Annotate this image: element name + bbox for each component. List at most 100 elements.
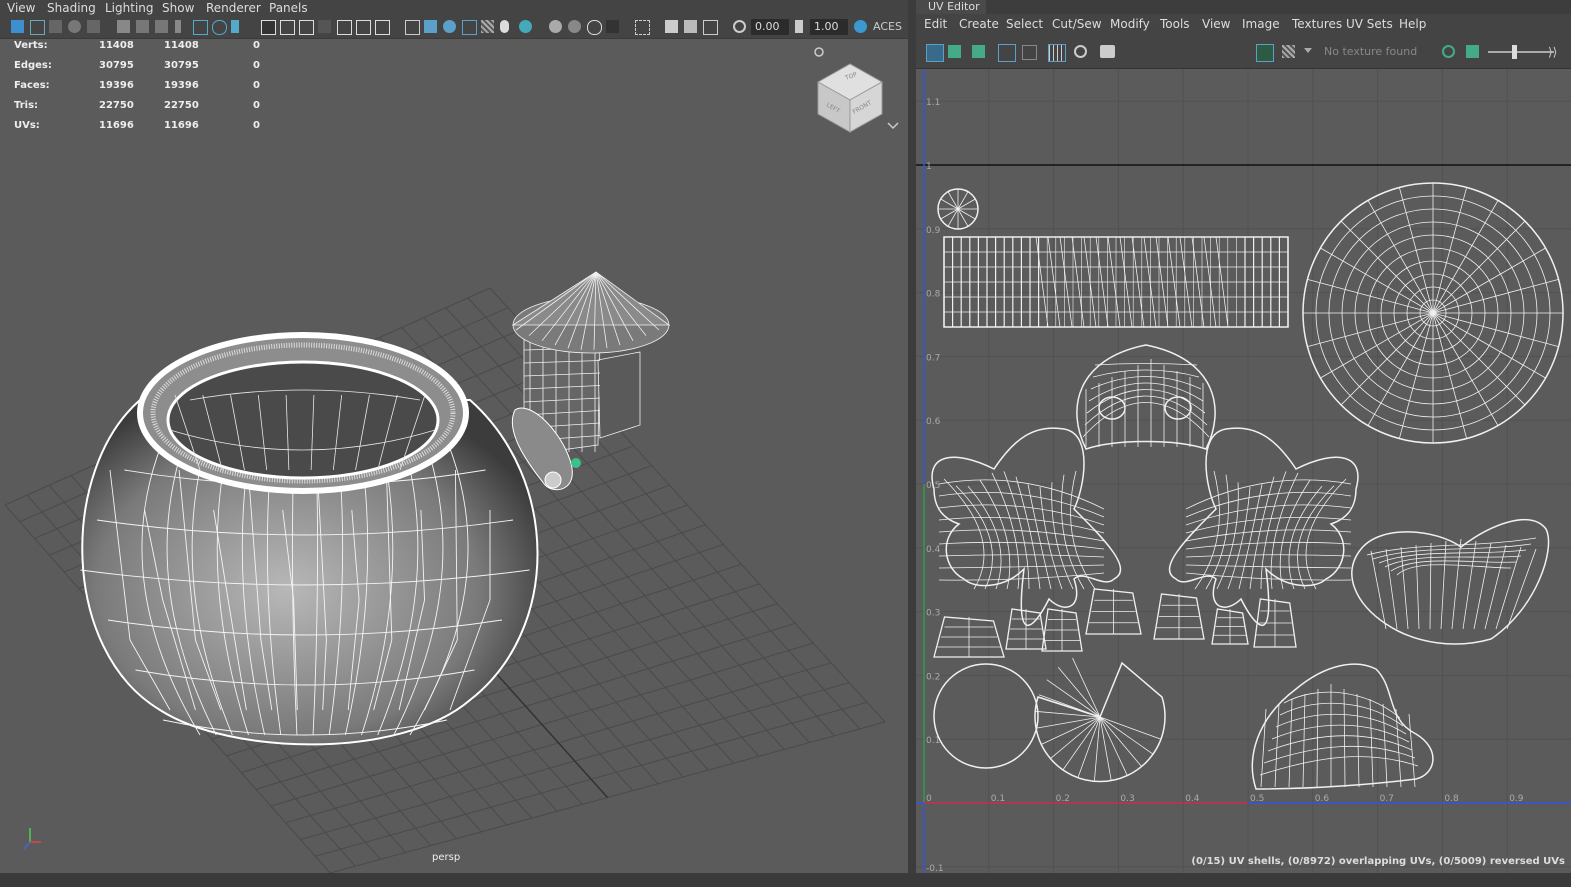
menu-shading[interactable]: Shading bbox=[47, 0, 96, 16]
heart-wire bbox=[1390, 560, 1517, 572]
hud-value: 11408 bbox=[164, 40, 199, 51]
xray-joints-icon[interactable] bbox=[684, 20, 697, 33]
ambient-occlusion-icon[interactable] bbox=[549, 20, 562, 33]
bookmark-icon[interactable] bbox=[155, 20, 168, 33]
panel-divider[interactable] bbox=[908, 0, 916, 887]
uv-sew-icon[interactable] bbox=[972, 45, 985, 58]
uv-menu-cut-sew[interactable]: Cut/Sew bbox=[1052, 17, 1102, 31]
uv-shell-circle bbox=[933, 663, 1039, 769]
soft-select-icon[interactable] bbox=[68, 20, 81, 33]
camera-attributes-icon[interactable] bbox=[136, 20, 149, 33]
uv-distortion-icon[interactable] bbox=[1022, 45, 1037, 60]
dropdown-arrow-icon[interactable] bbox=[1304, 48, 1312, 53]
wireframe-icon[interactable] bbox=[405, 20, 420, 35]
uv-shell-select-icon[interactable] bbox=[926, 44, 944, 62]
menu-show[interactable]: Show bbox=[162, 0, 194, 16]
uv-menu-image[interactable]: Image bbox=[1242, 17, 1280, 31]
uv-status-readout: (0/15) UV shells, (0/8972) overlapping U… bbox=[1191, 856, 1565, 867]
uv-channels-icon[interactable] bbox=[1466, 45, 1479, 58]
2d-pan-zoom-icon[interactable] bbox=[193, 20, 208, 35]
uv-grid-icon[interactable] bbox=[1048, 44, 1066, 62]
select-mode-icon[interactable] bbox=[11, 20, 24, 33]
shadows-icon[interactable] bbox=[519, 20, 532, 33]
heart-wire bbox=[1396, 564, 1512, 576]
view-transform-label[interactable]: ACES bbox=[873, 20, 902, 33]
uv-pixel-snap-icon[interactable] bbox=[1074, 45, 1087, 58]
camera-icon[interactable] bbox=[117, 20, 130, 33]
uv-menu-tools[interactable]: Tools bbox=[1160, 17, 1190, 31]
uv-menu-modify[interactable]: Modify bbox=[1110, 17, 1150, 31]
uv-menu-textures[interactable]: Textures bbox=[1292, 17, 1342, 31]
lasso-icon[interactable] bbox=[30, 20, 45, 35]
gamma-icon[interactable] bbox=[795, 20, 803, 33]
depth-of-field-icon[interactable] bbox=[606, 20, 619, 33]
uv-editor-titlebar: UV Editor bbox=[916, 0, 1571, 14]
uv-checker-icon[interactable] bbox=[1282, 45, 1295, 58]
wireframe-on-shaded-icon[interactable] bbox=[462, 20, 477, 35]
creature-wire bbox=[1039, 486, 1063, 590]
xray-icon[interactable] bbox=[665, 20, 678, 33]
uv-menu-edit[interactable]: Edit bbox=[924, 17, 947, 31]
menu-renderer[interactable]: Renderer bbox=[206, 0, 261, 16]
uv-axis-x-label: 0.5 bbox=[1250, 794, 1264, 804]
grease-pencil-icon[interactable] bbox=[212, 20, 227, 35]
perspective-viewport[interactable]: View Shading Lighting Show Renderer Pane… bbox=[0, 0, 908, 873]
hud-value: 0 bbox=[253, 100, 260, 111]
hud-value: 22750 bbox=[164, 100, 199, 111]
uv-canvas[interactable]: 0 0.1 0.2 0.3 0.4 0.5 0.6 0.7 0.8 0.9 1.1 1 0.9 0.8 0.… bbox=[916, 69, 1571, 873]
color-management-icon[interactable] bbox=[854, 20, 867, 33]
exposure-field[interactable]: 0.00 bbox=[751, 19, 789, 35]
shell-spoke bbox=[1432, 278, 1559, 314]
viewport-scene[interactable] bbox=[0, 0, 908, 873]
film-gate-icon[interactable] bbox=[280, 20, 295, 35]
uv-brightness-slider-handle[interactable] bbox=[1512, 45, 1517, 59]
isolate-select-icon[interactable] bbox=[635, 20, 650, 35]
creature-wire bbox=[1185, 529, 1352, 542]
hud-label: Edges: bbox=[14, 60, 52, 71]
shell-spoke bbox=[1432, 312, 1546, 379]
anti-aliasing-icon[interactable] bbox=[587, 20, 602, 35]
field-chart-icon[interactable] bbox=[337, 20, 352, 35]
texture-dropdown[interactable]: No texture found bbox=[1324, 45, 1417, 58]
uv-color-management-icon[interactable] bbox=[1442, 45, 1455, 58]
xray-active-icon[interactable] bbox=[703, 20, 718, 35]
menu-lighting[interactable]: Lighting bbox=[105, 0, 154, 16]
uv-shaded-icon[interactable] bbox=[998, 44, 1016, 62]
expand-toolbar-icon[interactable]: ⟩⟩ bbox=[1548, 45, 1557, 59]
safe-title-icon[interactable] bbox=[375, 20, 390, 35]
paint-select-icon[interactable] bbox=[49, 20, 62, 33]
uv-cut-icon[interactable] bbox=[948, 45, 961, 58]
pencil-icon[interactable] bbox=[231, 20, 239, 33]
creature-wire bbox=[938, 564, 1105, 569]
viewport-menu-bar: View Shading Lighting Show Renderer Pane… bbox=[0, 0, 908, 16]
bottom-bar bbox=[0, 873, 1571, 887]
uv-snapshot-icon[interactable] bbox=[1100, 45, 1115, 58]
smooth-shade-icon[interactable] bbox=[424, 20, 437, 33]
textured-icon[interactable] bbox=[481, 20, 494, 33]
gate-mask-icon[interactable] bbox=[318, 20, 331, 33]
image-plane-icon[interactable] bbox=[175, 20, 181, 33]
default-material-icon[interactable] bbox=[443, 20, 456, 33]
lights-icon[interactable] bbox=[500, 20, 509, 33]
resolution-gate-icon[interactable] bbox=[299, 20, 314, 35]
creature-wire bbox=[1185, 554, 1352, 558]
uv-menu-view[interactable]: View bbox=[1202, 17, 1230, 31]
exposure-icon[interactable] bbox=[733, 20, 746, 33]
gamma-field[interactable]: 1.00 bbox=[810, 19, 848, 35]
uv-brightness-slider[interactable] bbox=[1488, 51, 1554, 53]
uv-editor-tab[interactable]: UV Editor bbox=[916, 0, 986, 14]
uv-menu-help[interactable]: Help bbox=[1399, 17, 1426, 31]
menu-panels[interactable]: Panels bbox=[269, 0, 308, 16]
uv-menu-select[interactable]: Select bbox=[1006, 17, 1043, 31]
uv-shell-blob bbox=[1251, 663, 1434, 790]
uv-axis-y-label: 0.8 bbox=[926, 290, 941, 300]
symmetry-icon[interactable] bbox=[87, 20, 100, 33]
uv-menu-create[interactable]: Create bbox=[959, 17, 999, 31]
menu-view[interactable]: View bbox=[7, 0, 35, 16]
safe-action-icon[interactable] bbox=[356, 20, 371, 35]
uv-menu-uv-sets[interactable]: UV Sets bbox=[1346, 17, 1393, 31]
uv-image-display-icon[interactable] bbox=[1256, 44, 1274, 62]
uv-texture-space[interactable]: 0 0.1 0.2 0.3 0.4 0.5 0.6 0.7 0.8 0.9 1.1 1 0.9 0.8 0.… bbox=[916, 69, 1571, 873]
motion-blur-icon[interactable] bbox=[568, 20, 581, 33]
grid-icon[interactable] bbox=[261, 20, 276, 35]
